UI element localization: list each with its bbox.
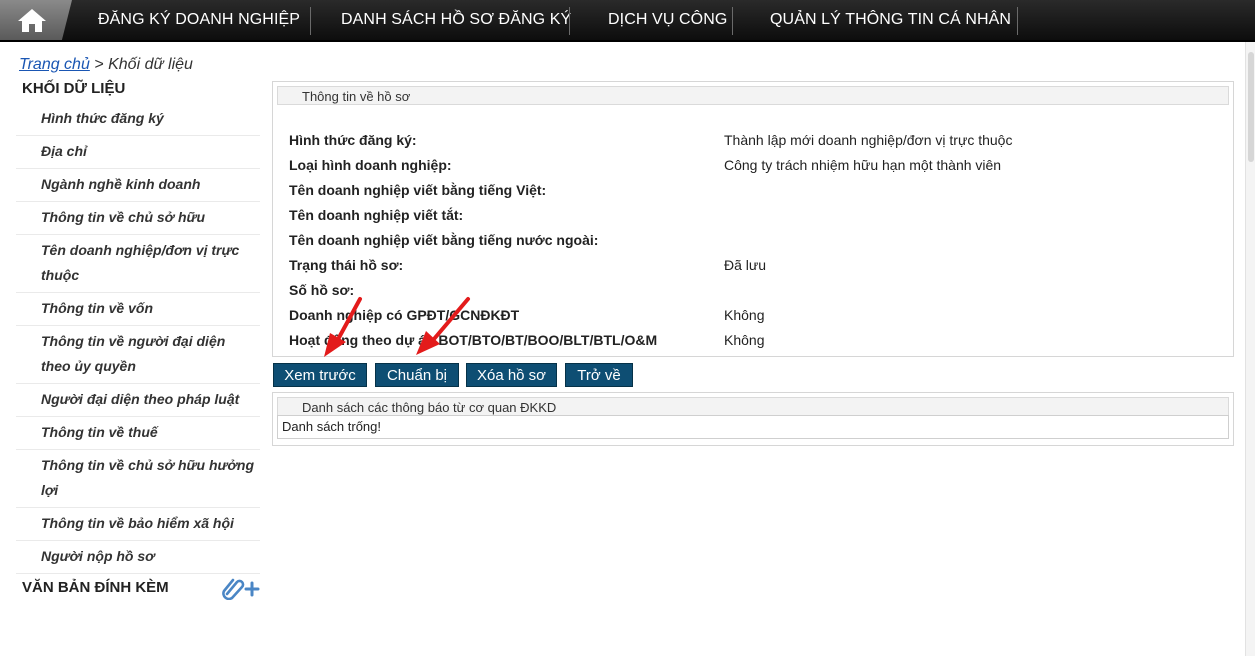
info-label: Doanh nghiệp có GPĐT/GCNĐKĐT [289,307,520,323]
sidebar-item-social-insurance[interactable]: Thông tin về bảo hiểm xã hội [16,508,260,541]
info-row: Tên doanh nghiệp viết tắt: [289,205,1225,225]
info-value: Thành lập mới doanh nghiệp/đơn vị trực t… [724,132,1013,148]
sidebar-item-beneficial-owner[interactable]: Thông tin về chủ sở hữu hưởng lợi [16,450,260,508]
sidebar-item-authorized-representative[interactable]: Thông tin về người đại diện theo ủy quyề… [16,326,260,384]
info-label: Tên doanh nghiệp viết bằng tiếng nước ng… [289,232,599,248]
nav-register-business[interactable]: ĐĂNG KÝ DOANH NGHIỆP [98,0,300,40]
info-value: Không [724,307,765,323]
home-button[interactable] [0,0,72,40]
nav-separator [569,7,570,35]
info-row: Tên doanh nghiệp viết bằng tiếng Việt: [289,180,1225,200]
vertical-scrollbar[interactable] [1245,42,1255,656]
info-label: Số hồ sơ: [289,282,355,298]
preview-button[interactable]: Xem trước [273,363,367,387]
info-row: Hình thức đăng ký: Thành lập mới doanh ng… [289,130,1225,150]
sidebar-item-tax-info[interactable]: Thông tin về thuế [16,417,260,450]
sidebar-item-address[interactable]: Địa chỉ [16,136,260,169]
info-row: Hoạt động theo dự án BOT/BTO/BT/BOO/BLT/… [289,330,1225,350]
top-navigation-bar: ĐĂNG KÝ DOANH NGHIỆP DANH SÁCH HỒ SƠ ĐĂN… [0,0,1255,42]
info-value: Không [724,332,765,348]
info-label: Hình thức đăng ký: [289,132,417,148]
scrollbar-thumb[interactable] [1248,52,1254,162]
notice-list-panel: Danh sách các thông báo từ cơ quan ĐKKD … [272,392,1234,446]
sidebar-item-business-lines[interactable]: Ngành nghề kinh doanh [16,169,260,202]
home-icon [18,9,46,32]
info-label: Loại hình doanh nghiệp: [289,157,452,173]
breadcrumb-home-link[interactable]: Trang chủ [19,56,90,73]
nav-registration-list[interactable]: DANH SÁCH HỒ SƠ ĐĂNG KÝ [341,0,571,40]
back-button[interactable]: Trở về [565,363,633,387]
prepare-button[interactable]: Chuẩn bị [375,363,459,387]
info-label: Tên doanh nghiệp viết tắt: [289,207,464,223]
panel-title: Thông tin về hồ sơ [277,86,1229,105]
info-row: Trạng thái hồ sơ: Đã lưu [289,255,1225,275]
nav-separator [310,7,311,35]
nav-public-services[interactable]: DỊCH VỤ CÔNG [608,0,727,40]
breadcrumb-current: Khối dữ liệu [108,56,193,73]
delete-record-button[interactable]: Xóa hồ sơ [466,363,557,387]
sidebar-menu: Hình thức đăng ký Địa chỉ Ngành nghề kin… [16,103,260,574]
sidebar: KHỐI DỮ LIỆU Hình thức đăng ký Địa chỉ N… [16,78,260,601]
nav-personal-info[interactable]: QUẢN LÝ THÔNG TIN CÁ NHÂN [770,0,1011,40]
empty-list-message: Danh sách trống! [277,415,1229,439]
sidebar-item-capital-info[interactable]: Thông tin về vốn [16,293,260,326]
attachments-heading: VĂN BẢN ĐÍNH KÈM [22,579,169,596]
info-label: Trạng thái hồ sơ: [289,257,404,273]
info-value: Đã lưu [724,257,767,273]
nav-separator [732,7,733,35]
attachments-section: VĂN BẢN ĐÍNH KÈM [16,576,260,601]
sidebar-item-owner-info[interactable]: Thông tin về chủ sở hữu [16,202,260,235]
sidebar-item-registration-type[interactable]: Hình thức đăng ký [16,103,260,136]
info-row: Số hồ sơ: [289,280,1225,300]
breadcrumb: Trang chủ > Khối dữ liệu [19,56,193,74]
info-row: Doanh nghiệp có GPĐT/GCNĐKĐT Không [289,305,1225,325]
sidebar-heading: KHỐI DỮ LIỆU [22,80,126,97]
sidebar-item-company-name[interactable]: Tên doanh nghiệp/đơn vị trực thuộc [16,235,260,293]
info-row: Loại hình doanh nghiệp: Công ty trách nhi… [289,155,1225,175]
breadcrumb-separator: > [89,56,109,73]
record-info-panel: Thông tin về hồ sơ Hình thức đăng ký: Thà… [272,81,1234,357]
paperclip-add-icon[interactable] [221,576,261,608]
info-label: Tên doanh nghiệp viết bằng tiếng Việt: [289,182,547,198]
sidebar-item-submitter[interactable]: Người nộp hồ sơ [16,541,260,574]
sidebar-item-legal-representative[interactable]: Người đại diện theo pháp luật [16,384,260,417]
nav-separator [1017,7,1018,35]
panel-title: Danh sách các thông báo từ cơ quan ĐKKD [277,397,1229,416]
info-value: Công ty trách nhiệm hữu hạn một thành vi… [724,157,1002,173]
info-row: Tên doanh nghiệp viết bằng tiếng nước ng… [289,230,1225,250]
info-label: Hoạt động theo dự án BOT/BTO/BT/BOO/BLT/… [289,332,658,348]
